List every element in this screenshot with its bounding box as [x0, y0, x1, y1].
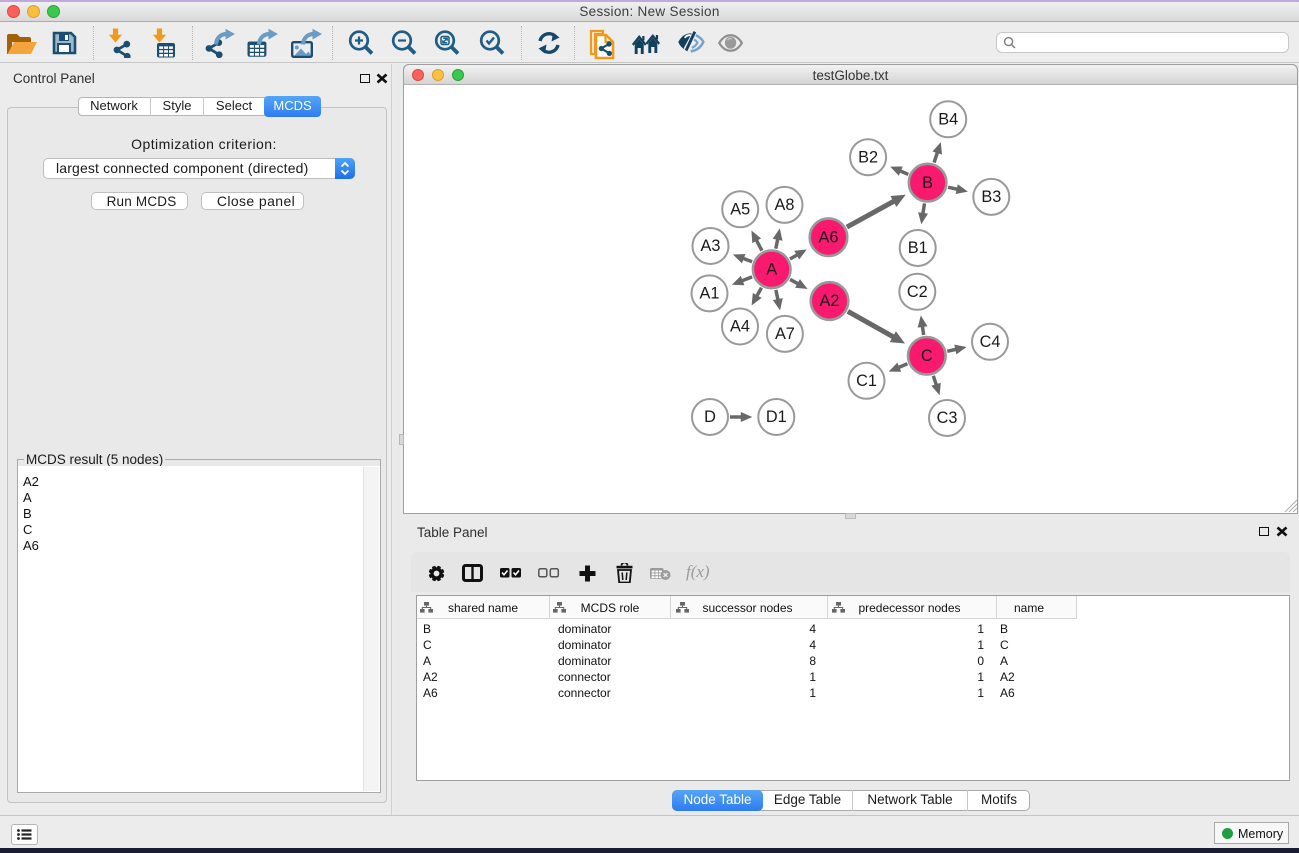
svg-text:D1: D1 — [766, 408, 787, 426]
svg-text:B2: B2 — [858, 148, 878, 166]
svg-text:B3: B3 — [981, 188, 1001, 206]
svg-text:A7: A7 — [775, 325, 795, 343]
svg-text:C: C — [921, 347, 933, 365]
svg-text:D: D — [704, 408, 716, 426]
svg-text:B: B — [922, 174, 933, 192]
svg-text:B4: B4 — [938, 111, 958, 129]
svg-text:A6: A6 — [819, 228, 839, 246]
svg-text:B1: B1 — [908, 239, 928, 257]
svg-text:C2: C2 — [907, 283, 928, 301]
svg-text:C3: C3 — [937, 409, 958, 427]
svg-text:A1: A1 — [700, 285, 720, 303]
svg-text:C4: C4 — [980, 333, 1001, 351]
svg-text:A: A — [766, 261, 777, 279]
svg-text:C1: C1 — [856, 372, 877, 390]
svg-text:A4: A4 — [730, 318, 750, 336]
svg-text:A8: A8 — [775, 196, 795, 214]
svg-text:A5: A5 — [730, 201, 750, 219]
svg-text:A2: A2 — [820, 292, 840, 310]
svg-text:A3: A3 — [701, 237, 721, 255]
